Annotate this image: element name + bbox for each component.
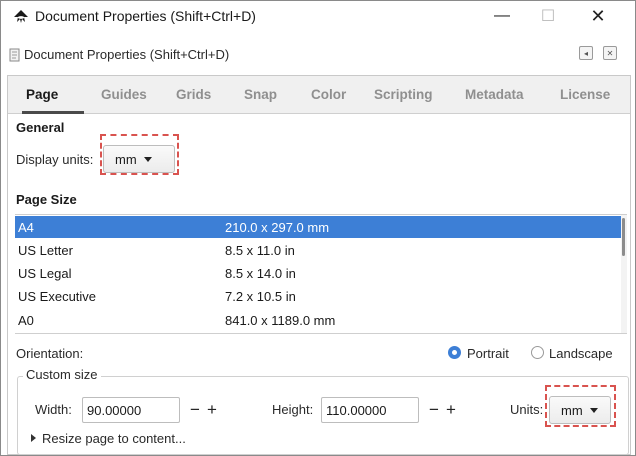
list-item[interactable]: A0 841.0 x 1189.0 mm xyxy=(15,309,621,331)
dock-collapse-button[interactable]: ◂ xyxy=(579,46,593,60)
resize-page-expander[interactable]: Resize page to content... xyxy=(31,431,186,446)
landscape-label[interactable]: Landscape xyxy=(549,346,613,361)
page-size-dimensions: 8.5 x 11.0 in xyxy=(225,243,295,258)
page-size-list: A4 210.0 x 297.0 mm US Letter 8.5 x 11.0… xyxy=(15,214,627,334)
page-size-heading: Page Size xyxy=(16,192,77,207)
height-decrement-button[interactable]: − xyxy=(426,397,442,423)
active-tab-indicator xyxy=(22,111,84,114)
triangle-right-icon xyxy=(31,434,36,442)
width-decrement-button[interactable]: − xyxy=(187,397,203,423)
tab-snap[interactable]: Snap xyxy=(244,87,277,102)
page-size-name: US Legal xyxy=(18,266,72,281)
orientation-label: Orientation: xyxy=(16,346,84,361)
list-item[interactable]: US Legal 8.5 x 14.0 in xyxy=(15,262,621,284)
dock-title: Document Properties (Shift+Ctrl+D) xyxy=(24,47,230,62)
page-size-name: US Executive xyxy=(18,289,97,304)
height-input[interactable]: 110.00000 xyxy=(321,397,419,423)
minimize-button[interactable]: — xyxy=(479,1,525,31)
height-increment-button[interactable]: + xyxy=(443,397,459,423)
page-size-name: A0 xyxy=(18,313,34,328)
page-size-name: US Letter xyxy=(18,243,73,258)
tab-bar: Page Guides Grids Snap Color Scripting M… xyxy=(8,76,630,114)
height-label: Height: xyxy=(272,402,314,417)
landscape-radio[interactable] xyxy=(531,346,544,359)
dock-header: Document Properties (Shift+Ctrl+D) ◂ ✕ xyxy=(2,42,634,70)
units-label: Units: xyxy=(510,402,544,417)
list-item[interactable]: US Letter 8.5 x 11.0 in xyxy=(15,239,621,261)
close-button[interactable]: ✕ xyxy=(575,1,621,31)
custom-size-legend: Custom size xyxy=(23,367,101,382)
maximize-button[interactable]: ☐ xyxy=(525,1,571,31)
tab-metadata[interactable]: Metadata xyxy=(465,87,524,102)
inkscape-logo-icon xyxy=(14,10,28,23)
list-scrollbar[interactable] xyxy=(621,215,627,333)
window-title: Document Properties (Shift+Ctrl+D) xyxy=(35,8,256,24)
tab-scripting[interactable]: Scripting xyxy=(374,87,433,102)
title-bar: Document Properties (Shift+Ctrl+D) — ☐ ✕ xyxy=(1,1,635,31)
scroll-thumb[interactable] xyxy=(622,218,625,256)
resize-page-label: Resize page to content... xyxy=(42,431,186,446)
tab-color[interactable]: Color xyxy=(311,87,346,102)
document-properties-icon xyxy=(9,48,20,62)
portrait-radio[interactable] xyxy=(448,346,461,359)
tab-page[interactable]: Page xyxy=(26,87,58,102)
tab-grids[interactable]: Grids xyxy=(176,87,211,102)
page-size-dimensions: 841.0 x 1189.0 mm xyxy=(225,313,336,328)
page-size-name: A4 xyxy=(18,220,34,235)
tab-license[interactable]: License xyxy=(560,87,610,102)
list-item[interactable]: US Executive 7.2 x 10.5 in xyxy=(15,285,621,307)
list-item[interactable]: A4 210.0 x 297.0 mm xyxy=(15,216,621,238)
page-size-dimensions: 7.2 x 10.5 in xyxy=(225,289,296,304)
page-size-dimensions: 8.5 x 14.0 in xyxy=(225,266,296,281)
dock-close-button[interactable]: ✕ xyxy=(603,46,617,60)
display-units-highlight xyxy=(100,134,179,175)
portrait-label[interactable]: Portrait xyxy=(467,346,509,361)
general-heading: General xyxy=(16,120,65,135)
width-increment-button[interactable]: + xyxy=(204,397,220,423)
tab-guides[interactable]: Guides xyxy=(101,87,147,102)
display-units-label: Display units: xyxy=(16,152,94,167)
page-size-dimensions: 210.0 x 297.0 mm xyxy=(225,220,330,235)
width-input[interactable]: 90.00000 xyxy=(82,397,180,423)
custom-units-highlight xyxy=(545,385,616,427)
width-label: Width: xyxy=(35,402,72,417)
document-properties-window: Document Properties (Shift+Ctrl+D) — ☐ ✕… xyxy=(0,0,636,456)
